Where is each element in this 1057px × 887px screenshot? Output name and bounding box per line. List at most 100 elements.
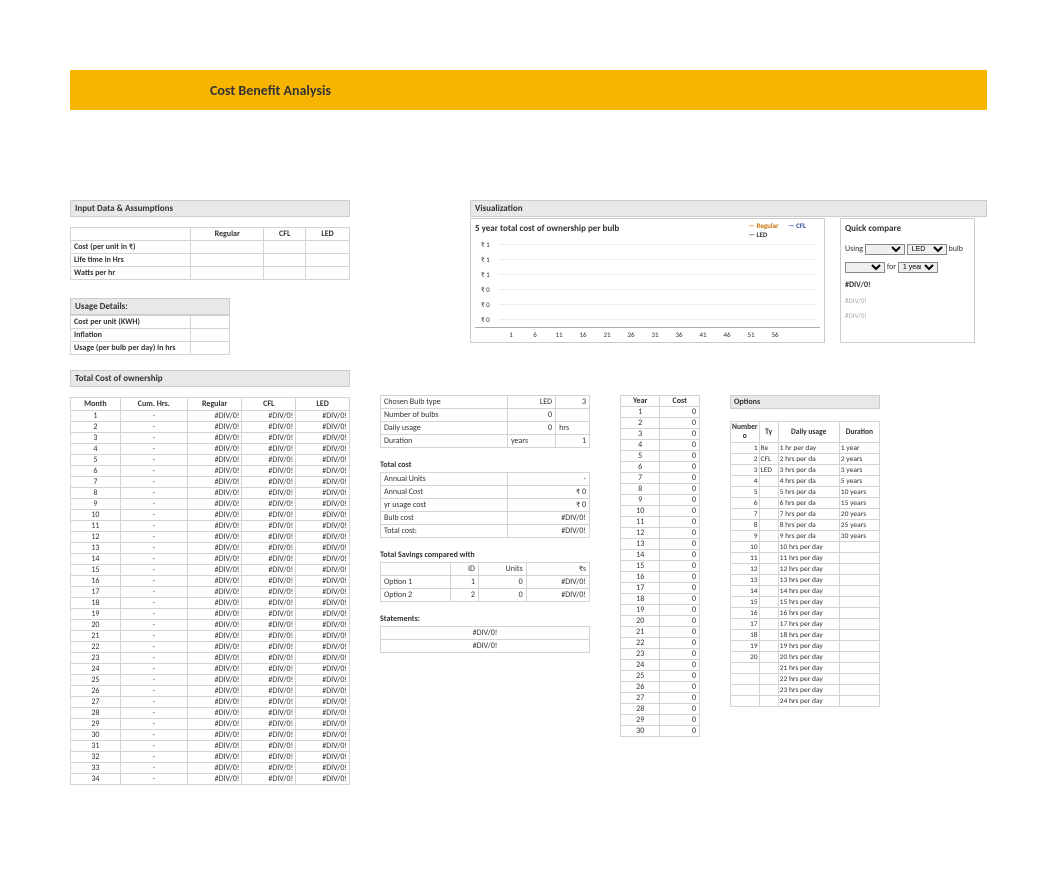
qc-select-1[interactable] — [865, 244, 905, 255]
savings-header: Total Savings compared with — [380, 548, 590, 562]
table-row: Inflation — [71, 329, 230, 342]
qc-select-3[interactable] — [845, 262, 885, 273]
calc-section: Chosen Bulb typeLED3 Number of bulbs0 Da… — [380, 395, 590, 663]
legend-cfl: CFL — [788, 221, 806, 230]
table-row: 3-#DIV/0!#DIV/0!#DIV/0! — [71, 433, 350, 444]
table-row: 15-#DIV/0!#DIV/0!#DIV/0! — [71, 565, 350, 576]
table-row: 29-#DIV/0!#DIV/0!#DIV/0! — [71, 719, 350, 730]
table-row: 44 hrs per da5 years — [731, 476, 880, 487]
viz-header: Visualization — [470, 200, 987, 217]
table-row: 6-#DIV/0!#DIV/0!#DIV/0! — [71, 466, 350, 477]
qc-error: #DIV/0! — [845, 280, 970, 290]
table-row: 190 — [621, 605, 700, 616]
yearcost-section: YearCost10203040506070809010011012013014… — [620, 395, 700, 737]
table-row: 10 — [621, 407, 700, 418]
table-row: 21 hrs per day — [731, 663, 880, 674]
table-row: 20 — [621, 418, 700, 429]
table-row: 130 — [621, 539, 700, 550]
table-row: 170 — [621, 583, 700, 594]
table-row: 12-#DIV/0!#DIV/0!#DIV/0! — [71, 532, 350, 543]
table-row: 23-#DIV/0!#DIV/0!#DIV/0! — [71, 653, 350, 664]
qc-select-bulb-type[interactable]: LED — [907, 244, 947, 255]
tco-table: MonthCum. Hrs.RegularCFLLED1-#DIV/0!#DIV… — [70, 397, 350, 785]
table-row: 200 — [621, 616, 700, 627]
table-row: 1616 hrs per day — [731, 608, 880, 619]
table-row: 290 — [621, 715, 700, 726]
table-row: 1919 hrs per day — [731, 641, 880, 652]
table-row: 50 — [621, 451, 700, 462]
table-row: 260 — [621, 682, 700, 693]
qc-bulb-label: bulb — [949, 244, 963, 254]
table-row: 70 — [621, 473, 700, 484]
table-row: 17-#DIV/0!#DIV/0!#DIV/0! — [71, 587, 350, 598]
table-row: 1-#DIV/0!#DIV/0!#DIV/0! — [71, 411, 350, 422]
cell[interactable] — [264, 267, 306, 280]
tco-section: Total Cost of ownership MonthCum. Hrs.Re… — [70, 370, 350, 785]
cell[interactable] — [306, 267, 350, 280]
chart-title: 5 year total cost of ownership per bulb — [475, 223, 619, 234]
cell[interactable] — [264, 254, 306, 267]
table-row: 4-#DIV/0!#DIV/0!#DIV/0! — [71, 444, 350, 455]
legend-regular: Regular — [749, 221, 779, 230]
table-row: Usage (per bulb per day) in hrs — [71, 342, 230, 355]
table-row: Total cost:#DIV/0! — [381, 525, 590, 538]
table-row: Bulb cost#DIV/0! — [381, 512, 590, 525]
qc-using-label: Using — [845, 244, 863, 254]
cell[interactable] — [191, 254, 264, 267]
table-row: 20-#DIV/0!#DIV/0!#DIV/0! — [71, 620, 350, 631]
table-row: Durationyears1 — [381, 435, 590, 448]
table-row: 1010 hrs per day — [731, 542, 880, 553]
qc-select-duration[interactable]: 1 year — [898, 262, 938, 273]
cell[interactable] — [191, 329, 230, 342]
table-row: 1717 hrs per day — [731, 619, 880, 630]
table-row: 24 hrs per day — [731, 696, 880, 707]
table-row: 1Re1 hr per day1 year — [731, 443, 880, 454]
table-row: Annual Units- — [381, 473, 590, 486]
table-row: #DIV/0! — [381, 627, 590, 640]
cell[interactable] — [191, 316, 230, 329]
cell[interactable] — [306, 254, 350, 267]
table-row: 21-#DIV/0!#DIV/0!#DIV/0! — [71, 631, 350, 642]
table-row: 2020 hrs per day — [731, 652, 880, 663]
table-row: Option 220#DIV/0! — [381, 589, 590, 602]
table-row: 66 hrs per da15 years — [731, 498, 880, 509]
table-row: 30 — [621, 429, 700, 440]
table-row: 22 hrs per day — [731, 674, 880, 685]
table-row: 270 — [621, 693, 700, 704]
cell[interactable] — [306, 241, 350, 254]
statements-header: Statements: — [380, 612, 590, 626]
table-row: Daily usage0hrs — [381, 422, 590, 435]
table-row: 27-#DIV/0!#DIV/0!#DIV/0! — [71, 697, 350, 708]
cell[interactable] — [191, 267, 264, 280]
table-row: 220 — [621, 638, 700, 649]
qc-error-2a: #DIV/0! — [845, 296, 970, 305]
table-row: 210 — [621, 627, 700, 638]
usage-table: Cost per unit (KWH) Inflation Usage (per… — [70, 315, 230, 355]
table-row: 19-#DIV/0!#DIV/0!#DIV/0! — [71, 609, 350, 620]
qc-for-label: for — [887, 262, 896, 272]
table-row: 230 — [621, 649, 700, 660]
options-header: Options — [730, 395, 880, 409]
cell[interactable] — [264, 241, 306, 254]
col-led: LED — [306, 228, 350, 241]
table-row: 33-#DIV/0!#DIV/0!#DIV/0! — [71, 763, 350, 774]
table-row: 2-#DIV/0!#DIV/0!#DIV/0! — [71, 422, 350, 433]
table-row: 24-#DIV/0!#DIV/0!#DIV/0! — [71, 664, 350, 675]
table-row: 55 hrs per da10 years — [731, 487, 880, 498]
table-row: 60 — [621, 462, 700, 473]
table-row: 11-#DIV/0!#DIV/0!#DIV/0! — [71, 521, 350, 532]
statements-table: #DIV/0! #DIV/0! — [380, 626, 590, 653]
table-row: 140 — [621, 550, 700, 561]
cell[interactable] — [191, 241, 264, 254]
yearcost-table: YearCost10203040506070809010011012013014… — [620, 395, 700, 737]
savings-table: IDUnits₹s Option 110#DIV/0! Option 220#D… — [380, 562, 590, 602]
table-row: 120 — [621, 528, 700, 539]
input-data-section: Input Data & Assumptions RegularCFLLED C… — [70, 200, 350, 355]
table-row: Life time in Hrs — [71, 254, 350, 267]
cell[interactable] — [191, 342, 230, 355]
table-row: 280 — [621, 704, 700, 715]
table-row: Cost per unit (KWH) — [71, 316, 230, 329]
legend-led: LED — [749, 230, 768, 239]
table-row: Cost (per unit in ₹) — [71, 241, 350, 254]
table-row: 1111 hrs per day — [731, 553, 880, 564]
